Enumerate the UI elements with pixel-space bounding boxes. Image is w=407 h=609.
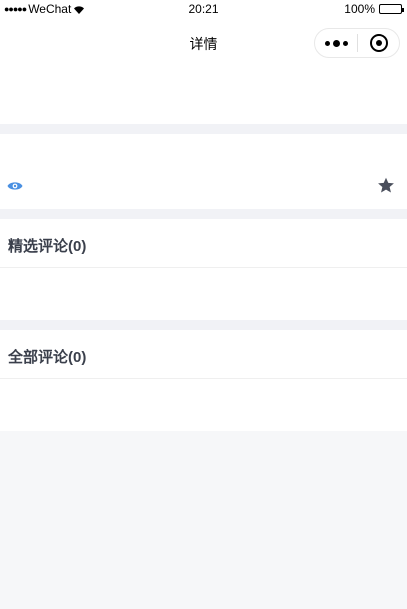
section-divider <box>0 320 407 330</box>
actions-row <box>0 134 407 209</box>
eye-icon[interactable] <box>7 179 23 197</box>
section-divider <box>0 124 407 134</box>
battery-tip <box>402 8 404 12</box>
divider-line <box>0 378 407 379</box>
battery-percent: 100% <box>344 2 375 16</box>
more-button[interactable] <box>315 29 357 57</box>
more-dot-icon <box>332 39 340 47</box>
all-comments-title: 全部评论(0) <box>8 349 87 366</box>
star-icon[interactable] <box>377 177 395 199</box>
battery-icon <box>379 4 404 14</box>
miniprogram-capsule <box>314 28 400 58</box>
navigation-bar: 详情 <box>0 18 407 66</box>
status-bar: ●●●●● WeChat 20:21 100% <box>0 0 407 18</box>
status-right: 100% <box>344 2 404 16</box>
target-icon <box>369 34 388 52</box>
featured-comments-title: 精选评论(0) <box>8 238 87 255</box>
divider-line <box>0 267 407 268</box>
close-miniprogram-button[interactable] <box>358 29 399 57</box>
target-center <box>375 40 382 46</box>
section-divider <box>0 209 407 219</box>
more-dot-icon <box>324 40 330 46</box>
content-header-area <box>0 66 407 124</box>
more-dot-icon <box>342 40 348 46</box>
